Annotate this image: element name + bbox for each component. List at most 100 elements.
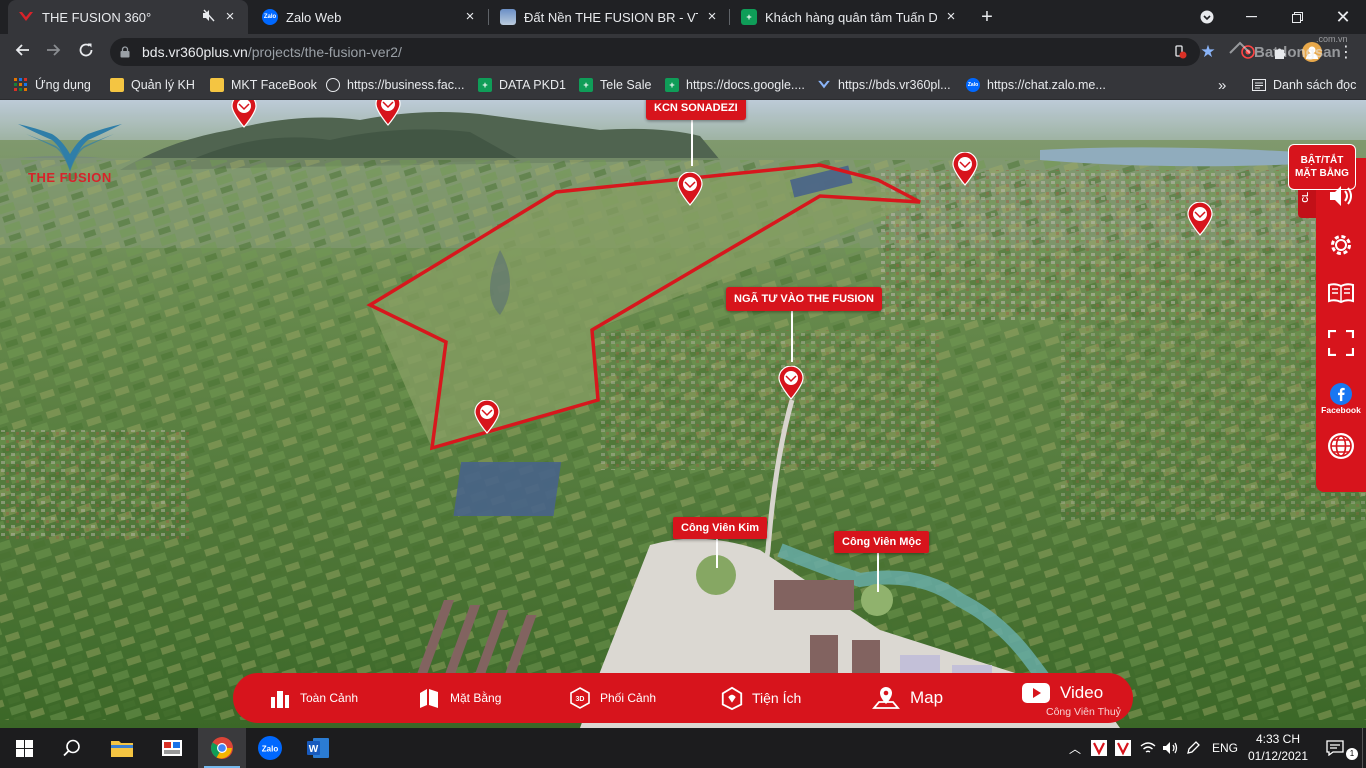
vietkey-icon[interactable] bbox=[1114, 728, 1132, 768]
guide-book-icon[interactable] bbox=[1323, 275, 1359, 311]
close-tab-icon[interactable]: × bbox=[943, 9, 959, 25]
bookmarks-overflow-button[interactable]: » bbox=[1218, 76, 1226, 94]
svg-text:3D: 3D bbox=[576, 696, 585, 703]
close-tab-icon[interactable]: × bbox=[222, 9, 238, 25]
bookmark-apps[interactable]: Ứng dụng bbox=[14, 76, 91, 94]
reading-list-label: Danh sách đọc bbox=[1273, 78, 1357, 92]
system-clock[interactable]: 4:33 CH 01/12/2021 bbox=[1246, 731, 1310, 765]
location-pin-icon[interactable] bbox=[952, 151, 978, 191]
blocked-media-icon[interactable] bbox=[1170, 42, 1190, 62]
restore-button[interactable] bbox=[1274, 0, 1320, 34]
folder-icon bbox=[110, 78, 124, 92]
pen-icon[interactable] bbox=[1186, 728, 1200, 768]
menu-toan-canh[interactable]: Toàn Cảnh bbox=[268, 673, 358, 723]
word-taskbar-icon[interactable]: W bbox=[294, 728, 342, 768]
tab-title: THE FUSION 360° bbox=[42, 9, 152, 25]
bookmark-label: DATA PKD1 bbox=[499, 78, 566, 92]
fullscreen-icon[interactable] bbox=[1323, 325, 1359, 361]
menu-map[interactable]: Map bbox=[870, 673, 943, 723]
bookmark-zalo-chat[interactable]: Zalo https://chat.zalo.me... bbox=[966, 76, 1106, 94]
windows-taskbar: Zalo W ︿ ENG 4:33 CH 01/12/2021 1 bbox=[0, 728, 1366, 768]
show-desktop-button[interactable] bbox=[1362, 728, 1366, 768]
browser-tab-strip: THE FUSION 360° × Zalo Zalo Web × Đất Nề… bbox=[0, 0, 1366, 34]
label-kcn-sonadezi[interactable]: KCN SONADEZI bbox=[646, 100, 746, 120]
volume-icon[interactable] bbox=[1162, 728, 1178, 768]
zalo-icon: Zalo bbox=[966, 78, 980, 92]
search-icon[interactable] bbox=[48, 728, 96, 768]
menu-phoi-canh[interactable]: 3D Phối Cảnh bbox=[568, 673, 656, 723]
menu-tien-ich[interactable]: Tiện Ích bbox=[720, 673, 801, 723]
browser-toolbar: bds.vr360plus.vn/projects/the-fusion-ver… bbox=[0, 34, 1366, 70]
zalo-favicon-icon: Zalo bbox=[262, 9, 278, 25]
floorplan-icon bbox=[418, 686, 442, 710]
tab-search-button[interactable] bbox=[1184, 0, 1230, 34]
location-pin-icon[interactable] bbox=[677, 171, 703, 211]
notifications-icon[interactable] bbox=[1326, 728, 1344, 768]
lock-icon[interactable] bbox=[120, 46, 132, 58]
apps-grid-icon bbox=[14, 78, 28, 92]
settings-gear-icon[interactable] bbox=[1323, 227, 1359, 263]
input-language[interactable]: ENG bbox=[1212, 728, 1238, 768]
back-button[interactable] bbox=[10, 40, 34, 64]
network-icon[interactable] bbox=[1140, 728, 1156, 768]
tab-zalo-web[interactable]: Zalo Zalo Web × bbox=[252, 0, 488, 34]
zalo-taskbar-icon[interactable]: Zalo bbox=[246, 728, 294, 768]
globe-language-icon[interactable] bbox=[1323, 428, 1359, 464]
bookmark-star-icon[interactable]: ★ bbox=[1198, 42, 1218, 62]
tray-overflow-icon[interactable]: ︿ bbox=[1068, 728, 1082, 768]
close-tab-icon[interactable]: × bbox=[462, 9, 478, 25]
sheets-icon: + bbox=[478, 78, 492, 92]
location-pin-icon[interactable] bbox=[474, 399, 500, 439]
tab-title: Zalo Web bbox=[286, 9, 342, 25]
bookmark-data-pkd1[interactable]: + DATA PKD1 bbox=[478, 76, 566, 94]
tab-title: Khách hàng quân tâm Tuấn Dươ bbox=[765, 9, 937, 25]
svg-text:Zalo: Zalo bbox=[262, 745, 279, 754]
tab-khach-hang[interactable]: + Khách hàng quân tâm Tuấn Dươ × bbox=[731, 0, 969, 34]
bookmark-mkt-facebook[interactable]: MKT FaceBook bbox=[210, 76, 317, 94]
windows-start-button[interactable] bbox=[0, 728, 48, 768]
menu-mat-bang[interactable]: Mặt Bằng bbox=[418, 673, 501, 723]
label-leader-line bbox=[691, 120, 693, 166]
reading-list-button[interactable]: Danh sách đọc bbox=[1252, 76, 1356, 94]
vietkey-icon[interactable] bbox=[1090, 728, 1108, 768]
chrome-taskbar-icon[interactable] bbox=[198, 728, 246, 768]
minimize-button[interactable] bbox=[1228, 0, 1274, 34]
menu-label: Toàn Cảnh bbox=[300, 691, 359, 705]
label-nga-tu-vao-the-fusion[interactable]: NGÃ TƯ VÀO THE FUSION bbox=[726, 287, 882, 311]
sheets-icon: + bbox=[665, 78, 679, 92]
bookmark-vr360[interactable]: https://bds.vr360pl... bbox=[817, 76, 951, 94]
snipping-tool-icon[interactable] bbox=[148, 728, 196, 768]
close-window-button[interactable]: ✕ bbox=[1320, 0, 1366, 34]
bookmark-label: https://docs.google.... bbox=[686, 78, 805, 92]
location-pin-icon[interactable] bbox=[1187, 201, 1213, 241]
bookmark-business-facebook[interactable]: https://business.fac... bbox=[326, 76, 464, 94]
sheets-favicon-icon: + bbox=[741, 9, 757, 25]
location-pin-icon[interactable] bbox=[231, 100, 257, 133]
reload-button[interactable] bbox=[74, 40, 98, 64]
bookmark-quan-ly-kh[interactable]: Quản lý KH bbox=[110, 76, 195, 94]
label-cong-vien-thuy: Công Viên Thuỷ bbox=[1046, 706, 1121, 718]
location-pin-icon[interactable] bbox=[375, 100, 401, 131]
file-explorer-icon[interactable] bbox=[98, 728, 146, 768]
video-icon bbox=[1020, 681, 1052, 705]
tab-the-fusion[interactable]: THE FUSION 360° × bbox=[8, 0, 248, 34]
amenities-icon bbox=[720, 686, 744, 711]
3d-view-icon: 3D bbox=[568, 686, 592, 710]
label-cong-vien-kim[interactable]: Công Viên Kim bbox=[673, 517, 768, 539]
location-pin-icon[interactable] bbox=[778, 365, 804, 405]
address-bar[interactable]: bds.vr360plus.vn/projects/the-fusion-ver… bbox=[110, 38, 1200, 66]
tab-dat-nen[interactable]: Đất Nền THE FUSION BR - VT Đất × bbox=[490, 0, 730, 34]
bookmark-label: https://bds.vr360pl... bbox=[838, 78, 951, 92]
panorama-icon bbox=[268, 686, 292, 710]
close-tab-icon[interactable]: × bbox=[704, 9, 720, 25]
forward-button[interactable] bbox=[42, 40, 66, 64]
bookmark-tele-sale[interactable]: + Tele Sale bbox=[579, 76, 651, 94]
vr360-viewer[interactable]: THE FUSION KCN SONADEZI NGÃ TƯ VÀO THE F… bbox=[0, 100, 1366, 728]
bookmark-google-docs[interactable]: + https://docs.google.... bbox=[665, 76, 805, 94]
label-cong-vien-moc[interactable]: Công Viên Mộc bbox=[834, 531, 930, 553]
menu-label: Video bbox=[1060, 683, 1104, 702]
sound-icon[interactable] bbox=[1323, 178, 1359, 214]
new-tab-button[interactable]: + bbox=[976, 6, 998, 28]
muted-speaker-icon[interactable] bbox=[202, 9, 216, 25]
sheets-icon: + bbox=[579, 78, 593, 92]
